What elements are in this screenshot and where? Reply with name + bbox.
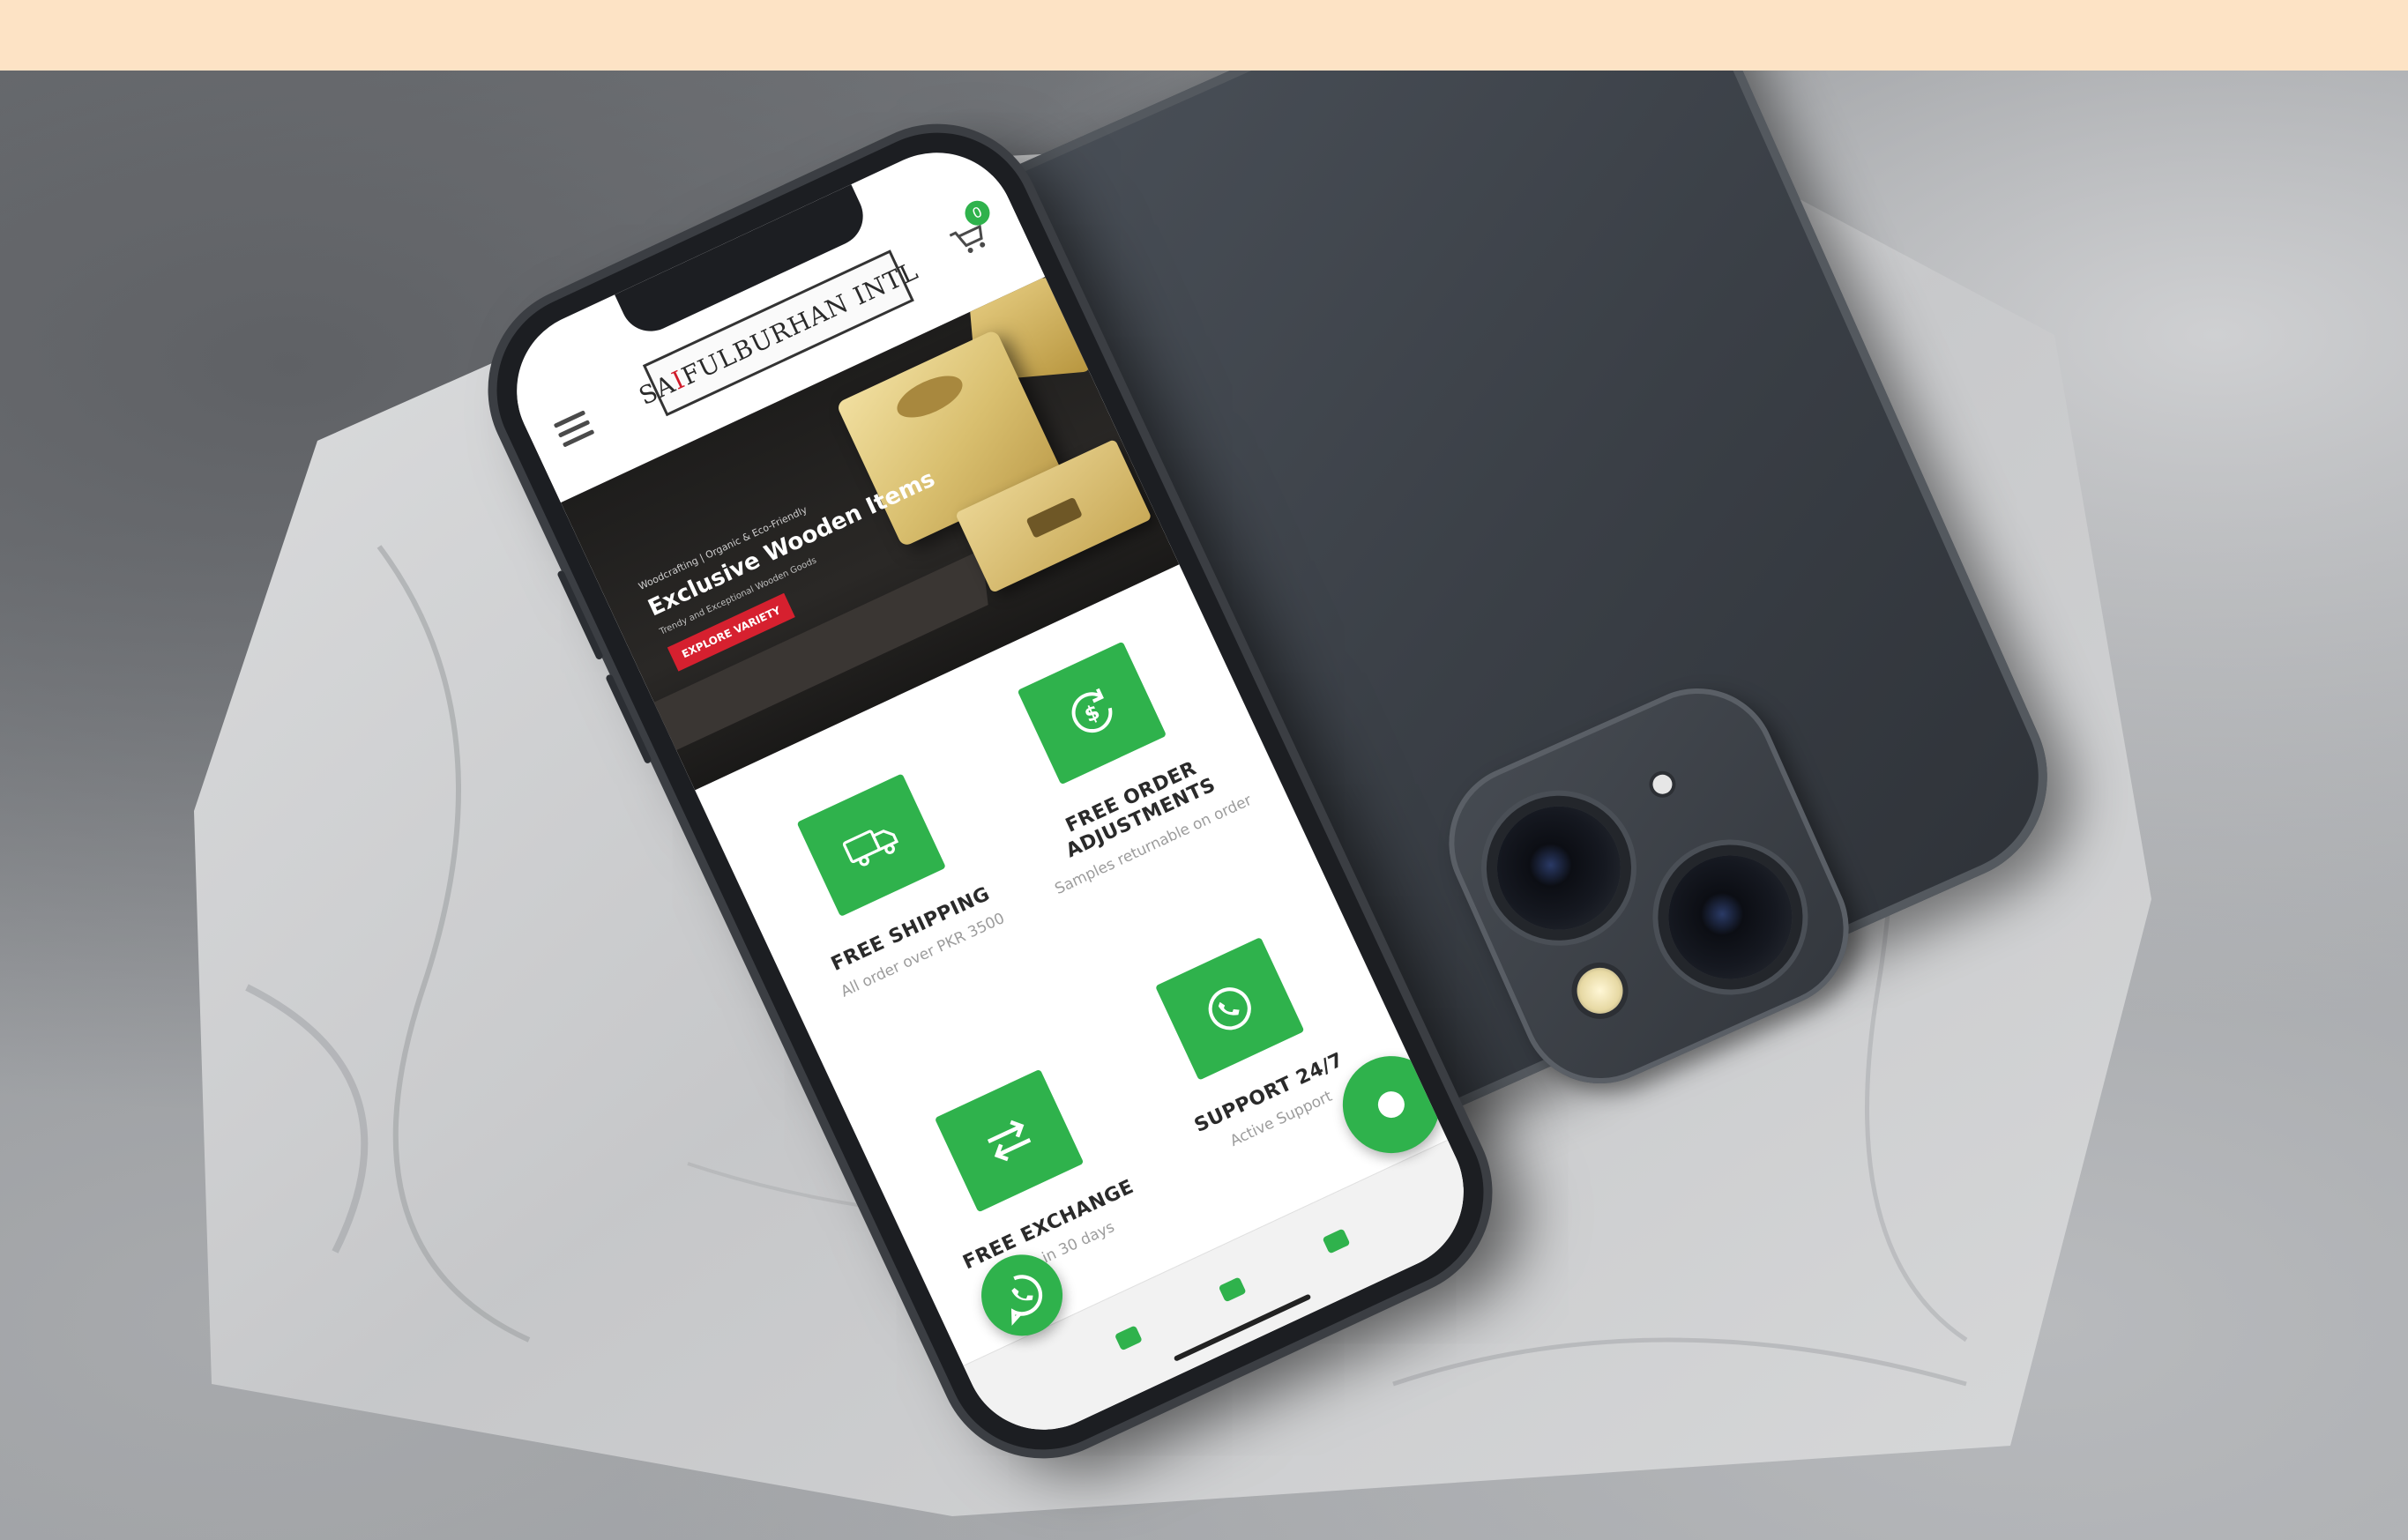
camera-lens-bottom — [1649, 836, 1812, 999]
svg-text:$: $ — [1081, 700, 1104, 727]
feature-free-shipping: FREE SHIPPING All order over PKR 3500 — [742, 748, 1035, 1015]
camera-microphone — [1649, 771, 1675, 798]
hamburger-menu-icon[interactable] — [553, 410, 595, 448]
nav-cart-icon[interactable] — [1218, 1276, 1247, 1303]
mockup-scene: SAIFULBURHAN INTL 0 Woodcrafting | Organ… — [0, 0, 2408, 1540]
dollar-refresh-icon: $ — [1017, 641, 1167, 785]
nav-account-icon[interactable] — [1322, 1228, 1351, 1254]
nav-home-icon[interactable] — [1114, 1325, 1143, 1351]
camera-flash — [1569, 960, 1630, 1022]
shopping-cart-icon[interactable] — [947, 219, 992, 261]
feature-support-24-7: SUPPORT 24/7 Active Support — [1100, 911, 1393, 1179]
exchange-arrows-icon — [934, 1068, 1085, 1213]
phone-support-icon — [1155, 936, 1305, 1081]
truck-icon — [796, 773, 946, 918]
camera-lens-top — [1477, 786, 1641, 950]
top-color-band — [0, 0, 2408, 71]
